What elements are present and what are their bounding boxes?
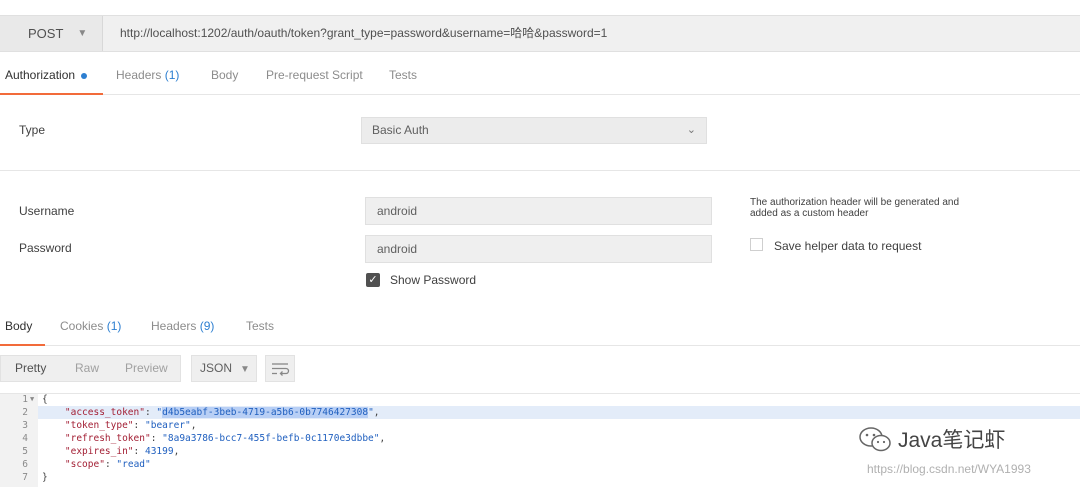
raw-button[interactable]: Raw (75, 356, 99, 381)
json-value: 43199 (144, 446, 174, 457)
json-key: "access_token" (64, 407, 145, 418)
line-number: 2 (22, 407, 28, 418)
wrap-lines-button[interactable] (265, 355, 295, 382)
wechat-icon (859, 427, 891, 452)
line-number: 7 (22, 472, 28, 483)
tab-count: (1) (164, 68, 180, 82)
json-value-text: 8a9a3786-bcc7-455f-befb-0c1170e3dbbe (167, 433, 374, 444)
line-number: 1 (22, 394, 28, 405)
tab-tests[interactable]: Tests (389, 56, 417, 94)
divider (0, 170, 1080, 171)
password-input[interactable]: android (365, 235, 712, 263)
tab-label: Body (5, 319, 33, 333)
json-value-text: bearer (150, 420, 186, 431)
tab-authorization[interactable]: Authorization (0, 56, 103, 95)
save-helper-checkbox[interactable] (750, 238, 763, 251)
json-value: "8a9a3786-bcc7-455f-befb-0c1170e3dbbe" (162, 433, 380, 444)
json-key: "token_type" (64, 420, 134, 431)
tab-label: Authorization (5, 68, 76, 82)
line-number: 6 (22, 459, 28, 470)
response-tabs: Body Cookies (1) Headers (9) Tests (0, 307, 1080, 346)
show-password-label: Show Password (390, 273, 477, 287)
helper-note: The authorization header will be generat… (750, 197, 960, 219)
json-key: "expires_in" (64, 446, 134, 457)
tab-count: (9) (199, 319, 215, 333)
tab-label: Cookies (60, 319, 104, 333)
json-value-text: read (122, 459, 146, 470)
json-value: "d4b5eabf-3beb-4719-a5b6-0b7746427308" (156, 407, 374, 418)
preview-button[interactable]: Preview (125, 356, 168, 381)
watermark-text: Java笔记虾 (898, 429, 1006, 452)
code-line: "expires_in": 43199, (64, 446, 180, 457)
method-label: POST (28, 26, 64, 41)
json-key: "refresh_token" (64, 433, 151, 444)
tab-response-headers[interactable]: Headers (9) (151, 307, 214, 345)
show-password-checkbox[interactable]: ✓ (366, 273, 380, 287)
save-helper-label: Save helper data to request (774, 239, 922, 253)
password-label: Password (19, 241, 72, 255)
chevron-down-icon: ▼ (240, 364, 250, 375)
line-number: 5 (22, 446, 28, 457)
wrap-lines-icon (272, 363, 290, 376)
tab-headers[interactable]: Headers (1) (116, 56, 179, 94)
code-line: { (42, 394, 48, 405)
tab-cookies[interactable]: Cookies (1) (60, 307, 121, 345)
fold-arrow-icon[interactable]: ▼ (30, 395, 34, 403)
json-value: "read" (116, 459, 151, 470)
json-comma: , (373, 407, 380, 418)
format-toggle-group: Pretty Raw Preview (0, 355, 181, 382)
active-tab-underline (0, 93, 103, 95)
auth-type-label: Type (19, 123, 46, 137)
language-select[interactable]: JSON ▼ (191, 355, 257, 382)
auth-type-value: Basic Auth (372, 123, 429, 137)
json-value: "bearer" (144, 420, 191, 431)
request-tabs: Authorization Headers (1) Body Pre-reque… (0, 56, 1080, 95)
tab-response-body[interactable]: Body (0, 307, 45, 346)
code-line: "refresh_token": "8a9a3786-bcc7-455f-bef… (64, 433, 386, 444)
modified-dot-icon (81, 72, 88, 79)
tab-count: (1) (106, 319, 122, 333)
url-input[interactable]: http://localhost:1202/auth/oauth/token?g… (120, 16, 607, 51)
code-line: "access_token": "d4b5eabf-3beb-4719-a5b6… (64, 407, 380, 418)
code-line: "scope": "read" (64, 459, 151, 470)
watermark-url: https://blog.csdn.net/WYA1993 (867, 462, 1031, 476)
code-line: } (42, 472, 48, 483)
chevron-down-icon: ⌄ (686, 124, 696, 136)
username-label: Username (19, 204, 75, 218)
selected-text: d4b5eabf-3beb-4719-a5b6-0b7746427308 (162, 407, 369, 418)
tab-body[interactable]: Body (211, 56, 238, 94)
tab-pre-request-script[interactable]: Pre-request Script (266, 56, 363, 94)
tab-label: Headers (116, 68, 162, 82)
line-number: 3 (22, 420, 28, 431)
line-number: 4 (22, 433, 28, 444)
json-comma: , (379, 433, 386, 444)
json-key: "scope" (64, 459, 105, 470)
chevron-down-icon: ▼ (77, 28, 88, 39)
auth-type-select[interactable]: Basic Auth ⌄ (361, 117, 707, 144)
method-select[interactable]: POST ▼ (0, 16, 103, 51)
active-tab-underline (0, 344, 45, 346)
language-value: JSON (200, 361, 233, 375)
tab-response-tests[interactable]: Tests (246, 307, 274, 345)
code-line: "token_type": "bearer", (64, 420, 197, 431)
username-input[interactable]: android (365, 197, 712, 225)
tab-label: Headers (151, 319, 197, 333)
json-comma: , (190, 420, 197, 431)
url-bar: POST ▼ http://localhost:1202/auth/oauth/… (0, 15, 1080, 52)
json-comma: , (173, 446, 180, 457)
pretty-button[interactable]: Pretty (15, 356, 46, 381)
